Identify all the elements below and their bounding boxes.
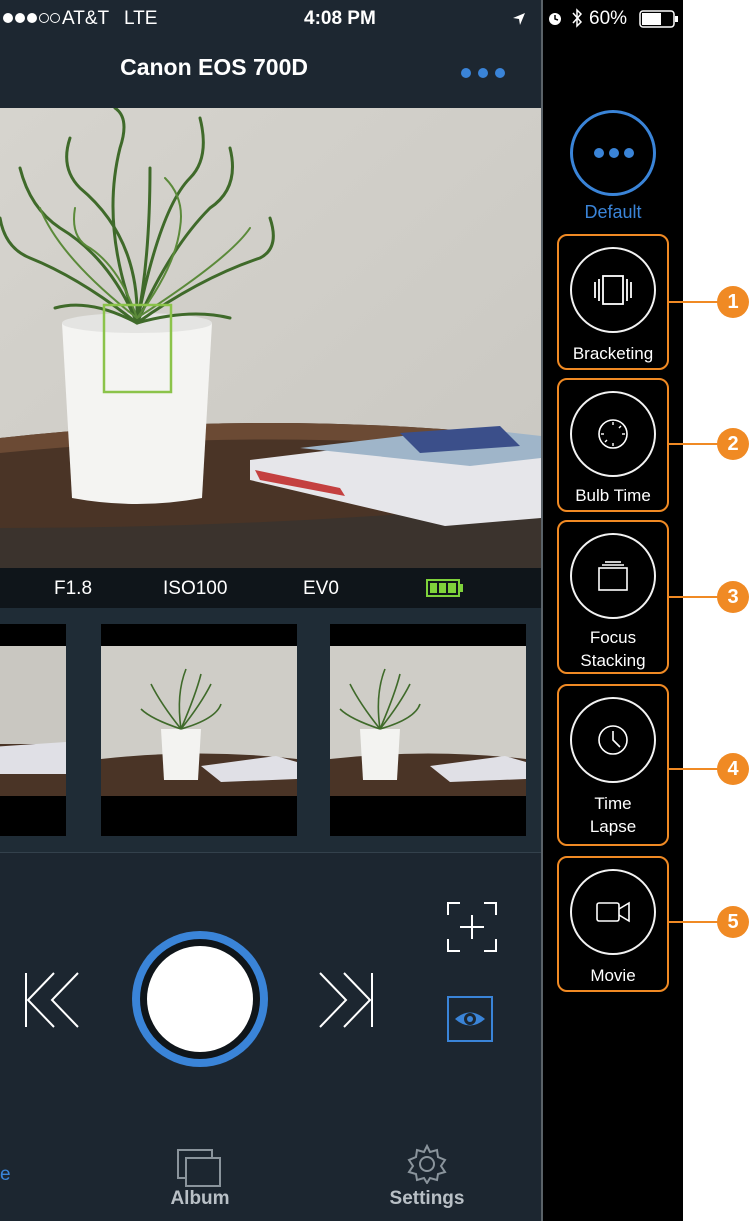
tab-settings[interactable]: Settings (372, 1144, 482, 1218)
mode-focus-stacking-label: Focus Stacking (580, 628, 646, 670)
more-dots-icon (594, 148, 634, 158)
more-options-button[interactable] (458, 64, 508, 82)
thumbnail-image (101, 646, 297, 836)
callout-2: 2 (717, 428, 749, 460)
bulb-timer-icon (598, 419, 628, 449)
location-arrow-icon (512, 12, 526, 31)
mode-focus-stacking[interactable]: Focus Stacking (557, 520, 669, 674)
mode-bracketing-label: Bracketing (572, 344, 654, 363)
clock-time: 4:08 PM (304, 8, 376, 29)
camera-battery-icon (426, 579, 464, 602)
network-label: LTE (124, 8, 158, 29)
focus-area-button[interactable] (446, 901, 498, 958)
status-bar-right: 60% (539, 0, 687, 36)
bluetooth-icon (572, 8, 583, 28)
focus-area-icon (447, 902, 497, 952)
thumbnail[interactable] (330, 624, 526, 836)
ev-value: EV0 (303, 578, 339, 599)
status-bar: AT&T LTE 4:08 PM (0, 0, 541, 36)
previous-button[interactable] (24, 971, 80, 1034)
thumbnail[interactable] (101, 624, 297, 836)
tab-settings-label: Settings (389, 1188, 465, 1209)
phone-battery-icon (639, 10, 678, 28)
camera-app: AT&T LTE 4:08 PM Canon EOS 700D F1.8 ISO… (0, 0, 541, 1221)
next-button[interactable] (318, 971, 374, 1034)
mode-movie[interactable]: Movie (557, 856, 669, 992)
tab-camera-label: e (0, 1164, 11, 1185)
thumbnail-strip (0, 608, 541, 852)
mode-movie-label: Movie (590, 966, 636, 985)
bracketing-icon (594, 275, 632, 305)
callout-3: 3 (717, 581, 749, 613)
iso-value: ISO100 (163, 578, 228, 599)
gear-icon (407, 1144, 447, 1184)
fast-forward-icon (319, 972, 373, 1028)
callout-5: 5 (717, 906, 749, 938)
rewind-icon (25, 972, 79, 1028)
aperture-value: F1.8 (54, 578, 93, 599)
battery-percent: 60% (589, 8, 628, 29)
signal-dots-icon (2, 11, 60, 30)
camera-model-title: Canon EOS 700D (120, 54, 308, 80)
callout-4: 4 (717, 753, 749, 785)
thumbnail[interactable] (0, 624, 66, 836)
exposure-info-bar: F1.8 ISO100 EV0 (0, 568, 541, 608)
mode-time-lapse[interactable]: Time Lapse (557, 684, 669, 846)
album-icon (177, 1149, 221, 1187)
focus-stacking-icon (598, 561, 628, 591)
alarm-icon (549, 13, 561, 25)
live-view-image (0, 108, 541, 568)
tab-bar: e Album Settings (0, 1068, 541, 1221)
clock-icon (598, 725, 628, 755)
mode-bracketing[interactable]: Bracketing (557, 234, 669, 370)
mode-time-lapse-label: Time Lapse (589, 794, 637, 836)
tab-camera[interactable]: e (0, 1138, 40, 1198)
thumbnail-image (330, 646, 526, 836)
more-dots-icon (461, 68, 505, 78)
callout-1: 1 (717, 286, 749, 318)
carrier-label: AT&T (62, 8, 110, 29)
mode-bulb-time-label: Bulb Time (575, 486, 651, 505)
tab-album[interactable]: Album (150, 1148, 250, 1218)
preview-toggle-button[interactable] (447, 996, 493, 1042)
shutter-button[interactable] (132, 931, 268, 1067)
default-mode-button[interactable] (570, 110, 656, 196)
mode-bulb-time[interactable]: Bulb Time (557, 378, 669, 512)
thumbnail-image (0, 646, 66, 836)
eye-icon (455, 1012, 485, 1026)
nav-bar: Canon EOS 700D (0, 36, 541, 108)
video-camera-icon (596, 901, 630, 923)
tab-album-label: Album (170, 1188, 230, 1209)
default-mode-label: Default (584, 202, 642, 222)
live-view[interactable] (0, 108, 541, 568)
